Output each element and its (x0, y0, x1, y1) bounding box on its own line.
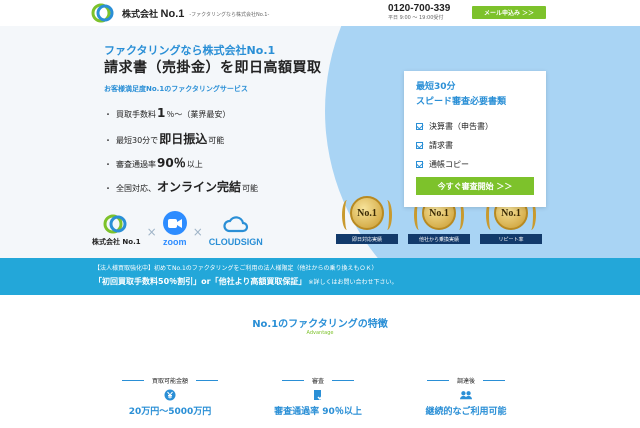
document-item: 通帳コピー (416, 155, 493, 174)
feature-value: 審査通過率 90％以上 (274, 407, 362, 417)
cloudsign-brand-logo: CLOUDSIGN (209, 213, 263, 247)
campaign-banner[interactable]: 【法人様買取強化中】初めてNo.1のファクタリングをご利用の法人様限定（他社から… (0, 258, 640, 295)
logo-mark-icon (90, 3, 116, 23)
logo-text: 株式会社 No.1 (122, 7, 185, 20)
hero-point: ・最短30分で 即日振込 可能 (104, 132, 225, 146)
cloud-icon (223, 216, 248, 233)
zoom-brand-logo: zoom (162, 211, 187, 247)
hero-point: ・審査通過率 90％ 以上 (104, 156, 203, 170)
features-title: No.1のファクタリングの特徴 (252, 319, 388, 330)
zoom-brand-label: zoom (162, 237, 187, 247)
required-documents-card: 最短30分 スピード審査必要書類 決算書（申告書） 請求書 通帳コピー 今すぐ審… (404, 71, 546, 207)
header-tagline: -ファクタリングなら株式会社No.1- (189, 11, 270, 18)
feature-item: 審査 審査通過率 90％以上 (256, 376, 380, 417)
document-check-icon (312, 389, 324, 401)
checkbox-icon (416, 142, 423, 149)
cloudsign-brand-label: CLOUDSIGN (208, 237, 263, 247)
hero-point: ・買取手数料 1 ％～（業界最安） (104, 106, 231, 120)
card-heading: スピード審査必要書類 (416, 97, 507, 107)
zoom-camera-icon (162, 211, 187, 235)
checkbox-icon (416, 161, 423, 168)
badge-ribbon: リピート率 (480, 234, 542, 244)
times-separator: × (192, 225, 203, 239)
campaign-note: ※詳しくはお問い合わせ下さい。 (308, 279, 398, 286)
feature-item: 買取可能金額 20万円～5000万円 (108, 376, 232, 417)
start-review-button[interactable]: 今すぐ審査開始 ＞＞ (416, 177, 534, 195)
people-icon (460, 389, 472, 401)
mail-apply-button[interactable]: メール申込み ＞＞ (472, 6, 546, 19)
campaign-text: 【法人様買取強化中】初めてNo.1のファクタリングをご利用の法人様限定（他社から… (94, 265, 378, 272)
hero-points-list: ・買取手数料 1 ％～（業界最安） ・最短30分で 即日振込 可能 ・審査通過率 90％… (104, 106, 258, 202)
times-separator: × (146, 225, 157, 239)
no1-brand-logo: 株式会社 No.1 (92, 213, 141, 247)
hero-section: ファクタリングなら株式会社No.1 請求書（売掛金）を即日高額買取 お客様満足度… (0, 26, 640, 258)
features-list: 買取可能金額 20万円～5000万円 審査 審査通過率 90％以上 調達後 継続… (108, 376, 528, 426)
hero-subheading: ファクタリングなら株式会社No.1 (104, 44, 276, 57)
yen-coin-icon (164, 389, 176, 401)
partner-logos: 株式会社 No.1 × zoom × CLOUDSIGN (92, 211, 263, 247)
site-header: 株式会社 No.1 -ファクタリングなら株式会社No.1- 0120-700-3… (0, 0, 640, 26)
hero-tagline: お客様満足度No.1のファクタリングサービス (104, 85, 248, 93)
hero-point: ・全国対応、 オンライン完結 可能 (104, 180, 259, 194)
document-item: 請求書 (416, 136, 493, 155)
badge-ribbon: 他社から乗換実績 (408, 234, 470, 244)
award-badge: No.1 即日対応実績 (332, 194, 404, 254)
campaign-offer: 「初回買取手数料50％割引」or「他社より高額買取保証」 ※詳しくはお問い合わせ下… (94, 277, 398, 286)
features-subtitle: Advantage (306, 330, 334, 336)
company-logo[interactable]: 株式会社 No.1 -ファクタリングなら株式会社No.1- (90, 3, 269, 23)
document-item: 決算書（申告書） (416, 117, 493, 136)
feature-label: 買取可能金額 (151, 378, 188, 385)
feature-label: 調達後 (456, 378, 475, 385)
no1-logo-icon (103, 214, 127, 234)
checkbox-icon (416, 123, 423, 130)
feature-value: 継続的なご利用可能 (425, 407, 507, 417)
hero-title: 請求書（売掛金）を即日高額買取 (104, 60, 322, 76)
feature-value: 20万円～5000万円 (128, 407, 212, 417)
feature-item: 調達後 継続的なご利用可能 (404, 376, 528, 417)
documents-list: 決算書（申告書） 請求書 通帳コピー (416, 117, 493, 174)
card-heading-time: 最短30分 (416, 82, 456, 92)
feature-label: 審査 (311, 378, 324, 385)
no1-brand-label: 株式会社 No.1 (92, 238, 141, 246)
badge-ribbon: 即日対応実績 (336, 234, 398, 244)
phone-hours: 平日 9:00 ～ 19:00受付 (388, 15, 444, 21)
medal-icon: No.1 (350, 196, 384, 230)
phone-number[interactable]: 0120-700-339 (388, 3, 450, 14)
